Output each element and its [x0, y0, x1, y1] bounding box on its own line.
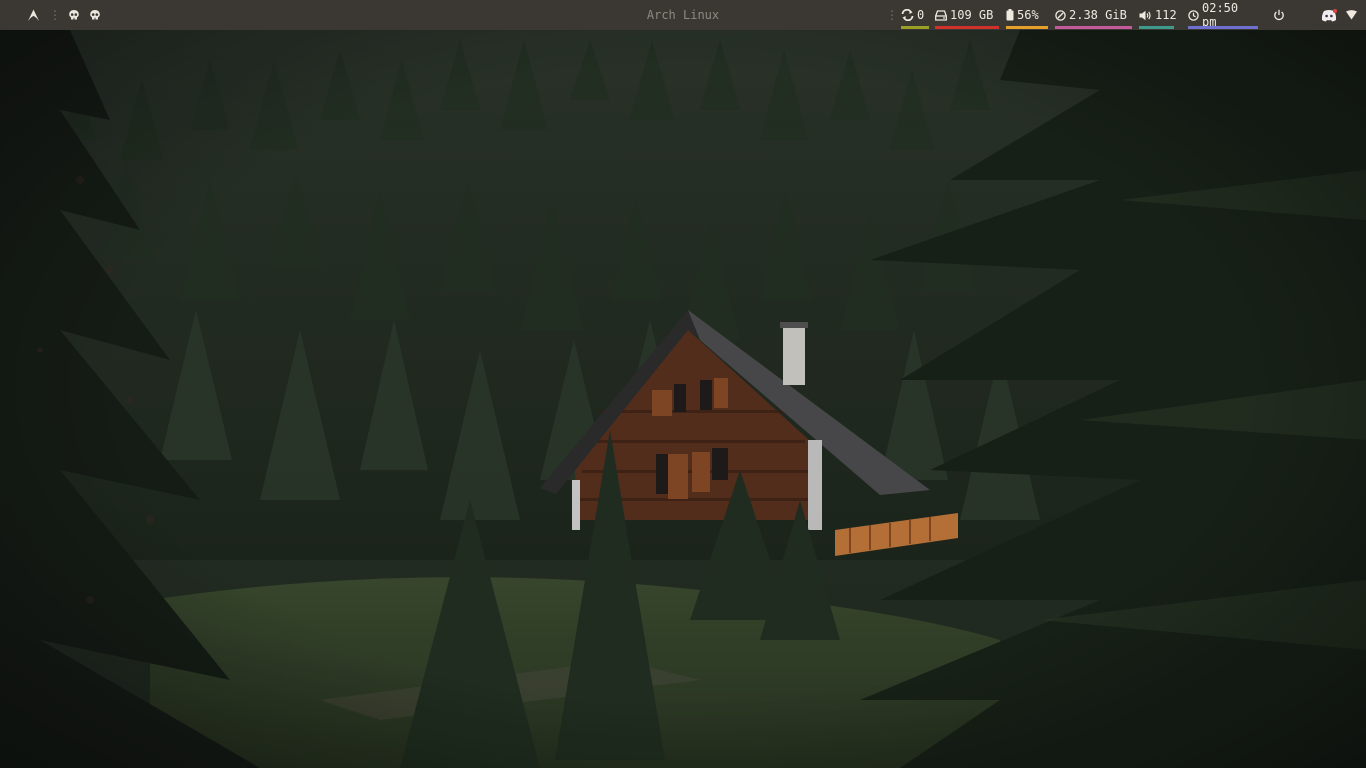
memory-gauge-icon [1055, 9, 1066, 21]
arch-launcher-icon[interactable] [27, 0, 40, 30]
speaker-icon [1139, 10, 1152, 21]
battery-percent: 56% [1017, 8, 1039, 22]
power-icon[interactable] [1273, 0, 1285, 30]
disk-free: 109 GB [950, 8, 994, 22]
clock-underline [1188, 26, 1258, 29]
discord-icon[interactable] [1321, 0, 1337, 30]
wallpaper-forest-cabin [0, 0, 1366, 768]
clock-module[interactable]: 02:50 pm [1188, 0, 1258, 30]
workspace-1-skull-icon[interactable] [68, 0, 80, 30]
top-panel: ⋮ Arch Linux ⋮ 0 109 GB 56% 2.38 GiB 112… [0, 0, 1366, 30]
refresh-icon [901, 9, 914, 21]
disk-module[interactable]: 109 GB [935, 0, 999, 30]
wifi-icon[interactable] [1346, 0, 1357, 30]
battery-underline [1006, 26, 1048, 29]
updates-underline [901, 26, 929, 29]
volume-underline [1139, 26, 1174, 29]
clock-time: 02:50 pm [1202, 1, 1239, 29]
memory-underline [1055, 26, 1132, 29]
updates-module[interactable]: 0 [901, 0, 929, 30]
separator: ⋮ [49, 8, 61, 22]
volume-level: 112 [1155, 8, 1177, 22]
disk-underline [935, 26, 999, 29]
harddisk-icon [935, 9, 947, 21]
volume-module[interactable]: 112 [1139, 0, 1177, 30]
battery-icon [1006, 9, 1014, 21]
memory-used: 2.38 GiB [1069, 8, 1127, 22]
clock-icon [1188, 9, 1199, 21]
separator: ⋮ [886, 8, 898, 22]
memory-module[interactable]: 2.38 GiB [1055, 0, 1132, 30]
updates-count: 0 [917, 8, 925, 22]
workspace-2-skull-icon[interactable] [89, 0, 101, 30]
desktop: ⋮ Arch Linux ⋮ 0 109 GB 56% 2.38 GiB 112… [0, 0, 1366, 768]
battery-module[interactable]: 56% [1006, 0, 1048, 30]
